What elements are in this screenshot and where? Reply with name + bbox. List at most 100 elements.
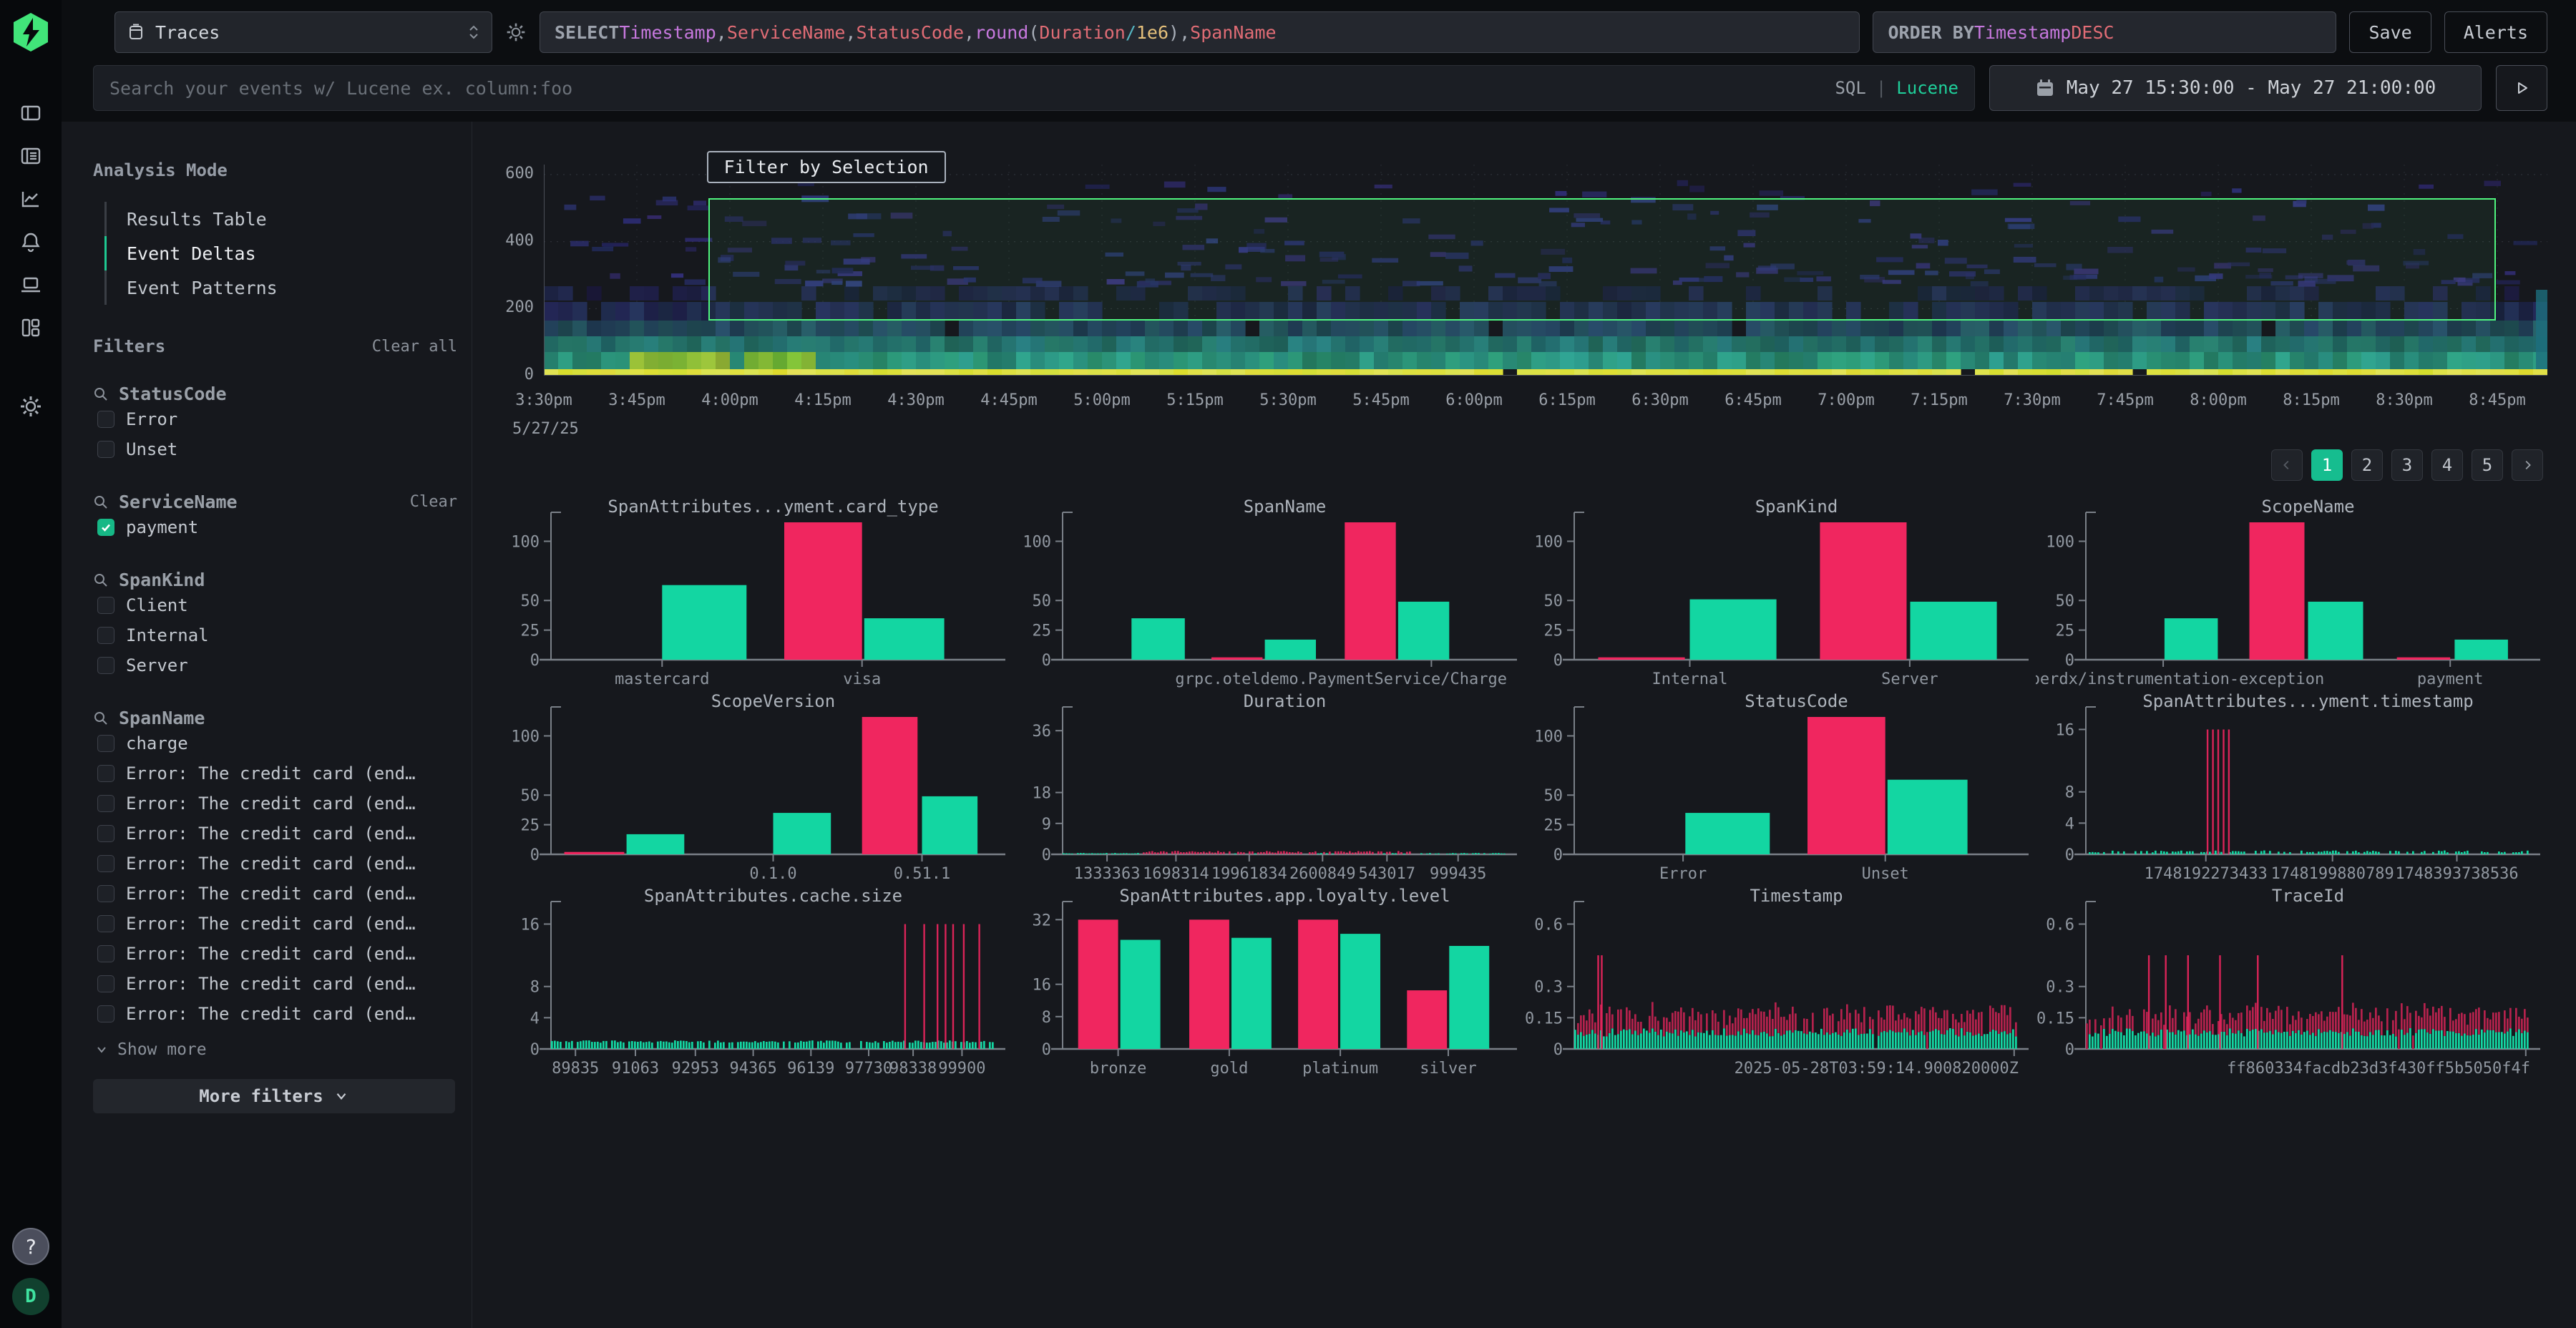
mini-chart-4[interactable]: ScopeVersion025501000.1.00.51.1 [501,688,1013,883]
checkbox[interactable] [97,657,114,674]
mini-chart-7[interactable]: SpanAttributes...yment.timestamp04816174… [2036,688,2547,883]
search-icon [93,386,109,402]
filter-option-label: Error: The credit card (end… [126,1004,416,1024]
chart-explorer-icon[interactable] [11,179,51,219]
query-token: SpanName [1190,22,1276,43]
avatar[interactable]: D [12,1278,49,1315]
checkbox[interactable] [97,627,114,644]
filter-option[interactable]: payment [97,512,457,542]
alerts-bell-icon[interactable] [11,222,51,262]
checkbox[interactable] [97,975,114,992]
lucene-toggle[interactable]: Lucene [1896,78,1958,98]
checkbox[interactable] [97,945,114,962]
search-events-icon[interactable] [11,136,51,176]
help-button[interactable]: ? [12,1228,49,1265]
mini-chart-8[interactable]: SpanAttributes.cache.size048168983591063… [501,883,1013,1078]
filter-option[interactable]: Error: The credit card (end… [97,849,457,879]
analysis-mode-item-event-patterns[interactable]: Event Patterns [104,270,457,305]
filter-option[interactable]: Error: The credit card (end… [97,788,457,819]
clear-link[interactable]: Clear [410,493,457,511]
svg-text:50: 50 [1544,787,1563,805]
run-query-button[interactable] [2496,65,2547,111]
page-button-3[interactable]: 3 [2391,449,2423,481]
analysis-mode-item-results-table[interactable]: Results Table [104,202,457,236]
mini-chart-2[interactable]: SpanKind02550100InternalServer [1524,494,2036,688]
heatmap-selection[interactable] [708,198,2496,321]
filter-option[interactable]: Error [97,404,457,434]
svg-text:96139: 96139 [787,1060,834,1078]
date-range-picker[interactable]: May 27 15:30:00 - May 27 21:00:00 [1989,65,2482,111]
dashboards-icon[interactable] [11,308,51,348]
settings-gear-icon[interactable] [11,386,51,426]
filter-option[interactable]: Server [97,650,457,680]
page-button-5[interactable]: 5 [2472,449,2503,481]
prev-page-button[interactable] [2271,449,2303,481]
source-select-label: Traces [155,22,457,43]
heatmap-plot[interactable] [544,165,2547,376]
search-input[interactable]: Search your events w/ Lucene ex. column:… [93,65,1975,111]
mini-chart-9[interactable]: SpanAttributes.app.loyalty.level081632br… [1013,883,1524,1078]
checkbox[interactable] [97,441,114,458]
filter-option[interactable]: Error: The credit card (end… [97,939,457,969]
checkbox[interactable] [97,519,114,536]
mini-chart-5[interactable]: Duration09183613333631698314199618342600… [1013,688,1524,883]
filter-option-label: Error: The credit card (end… [126,974,416,994]
checkbox[interactable] [97,597,114,614]
filter-option[interactable]: Error: The credit card (end… [97,999,457,1029]
svg-text:9: 9 [1042,816,1051,834]
checkbox[interactable] [97,795,114,812]
checkbox[interactable] [97,411,114,428]
filter-option[interactable]: Client [97,590,457,620]
checkbox[interactable] [97,1005,114,1022]
mini-chart-3[interactable]: ScopeName02550100@hyperdx/instrumentatio… [2036,494,2547,688]
mini-chart-10[interactable]: Timestamp00.150.30.62025-05-28T03:59:14.… [1524,883,2036,1078]
sessions-laptop-icon[interactable] [11,265,51,305]
save-button[interactable]: Save [2349,11,2431,53]
checkbox[interactable] [97,885,114,902]
panel-toggle-icon[interactable] [11,93,51,133]
filter-option[interactable]: Error: The credit card (end… [97,909,457,939]
heatmap-xtick: 8:45pm [2469,391,2525,409]
svg-text:Server: Server [1881,670,1938,688]
source-select[interactable]: Traces [114,11,492,53]
mini-chart-6[interactable]: StatusCode02550100ErrorUnset [1524,688,2036,883]
sql-toggle[interactable]: SQL [1835,78,1865,98]
datasource-settings-gear-icon[interactable] [505,21,527,43]
page-button-4[interactable]: 4 [2431,449,2463,481]
checkbox[interactable] [97,855,114,872]
filter-option[interactable]: Error: The credit card (end… [97,969,457,999]
show-more-link[interactable]: Show more [94,1040,457,1059]
checkbox[interactable] [97,735,114,752]
filter-option[interactable]: charge [97,728,457,758]
checkbox[interactable] [97,765,114,782]
filter-option[interactable]: Error: The credit card (end… [97,879,457,909]
orderby-query-input[interactable]: ORDER BY Timestamp DESC [1873,11,2336,53]
alerts-button[interactable]: Alerts [2444,11,2547,53]
filter-option[interactable]: Error: The credit card (end… [97,758,457,788]
heatmap-xtick: 8:00pm [2190,391,2246,409]
filter-option[interactable]: Error: The credit card (end… [97,819,457,849]
filter-option-label: Error: The credit card (end… [126,944,416,964]
next-page-button[interactable] [2512,449,2543,481]
mini-chart-1[interactable]: SpanName02550100grpc.oteldemo.PaymentSer… [1013,494,1524,688]
page-button-2[interactable]: 2 [2351,449,2383,481]
mini-chart-title: Timestamp [1750,886,1843,906]
page-button-1[interactable]: 1 [2311,449,2343,481]
mini-chart-11[interactable]: TraceId00.150.30.6ff860334facdb23d3f430f… [2036,883,2547,1078]
checkbox[interactable] [97,825,114,842]
analysis-mode-item-event-deltas[interactable]: Event Deltas [104,236,457,270]
select-query-input[interactable]: SELECT Timestamp,ServiceName,StatusCode,… [540,11,1860,53]
mini-chart-title: ScopeVersion [711,691,835,711]
mini-chart-0[interactable]: SpanAttributes...yment.card_type02550100… [501,494,1013,688]
more-filters-button[interactable]: More filters [93,1079,455,1113]
filter-option-label: Error [126,409,177,429]
svg-text:0.1.0: 0.1.0 [749,865,796,883]
heatmap-xtick: 5:00pm [1073,391,1130,409]
svg-text:8: 8 [530,979,540,997]
filter-option[interactable]: Internal [97,620,457,650]
filter-group-title: SpanName [119,708,457,728]
filter-option[interactable]: Unset [97,434,457,464]
checkbox[interactable] [97,915,114,932]
clear-all-link[interactable]: Clear all [372,338,457,356]
hyperdx-logo-icon[interactable] [11,11,51,53]
